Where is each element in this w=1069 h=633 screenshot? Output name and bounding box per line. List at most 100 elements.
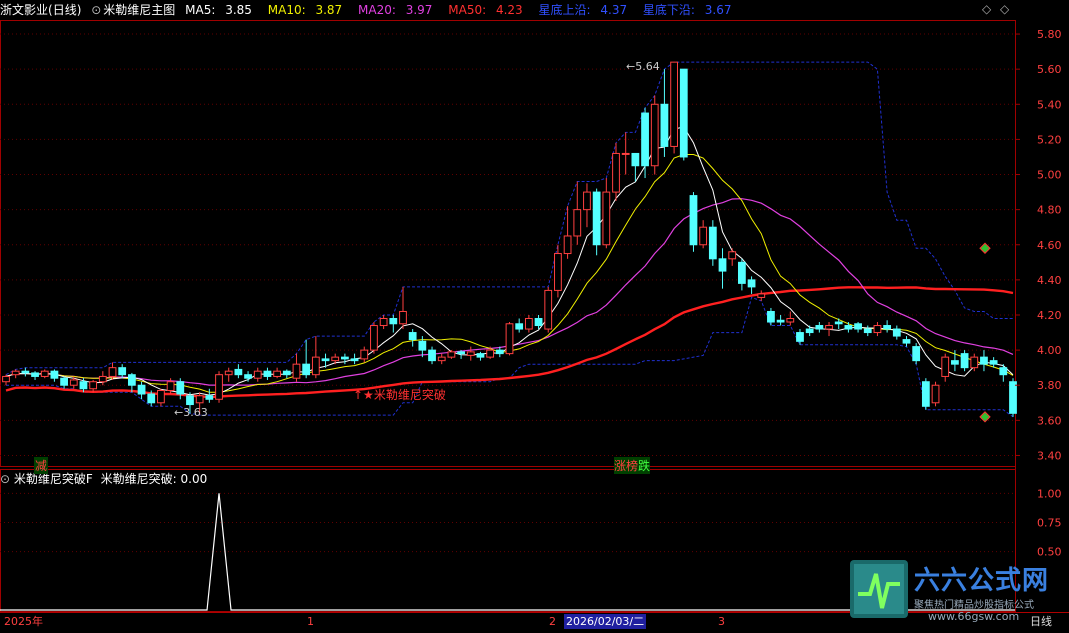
candle-body bbox=[273, 370, 282, 377]
time-label-year: 2025年 bbox=[4, 615, 43, 628]
candle-body bbox=[921, 381, 930, 407]
ma10-line bbox=[5, 154, 1014, 393]
candle-body bbox=[524, 318, 533, 330]
watermark-subtitle: 聚焦热门精品炒股指标公式 bbox=[914, 600, 1034, 611]
candle-body bbox=[563, 235, 572, 255]
candle-body bbox=[951, 360, 959, 365]
candle-body bbox=[399, 310, 407, 325]
candle-body bbox=[370, 325, 378, 351]
candle-body bbox=[263, 370, 272, 377]
watermark: 六六公式网 聚焦热门精品炒股指标公式 www.66gsw.com bbox=[850, 560, 1065, 623]
stock-chart[interactable]: 5.80 5.60 5.40 5.20 5.00 4.80 4.60 4.40 4.20 4.00… bbox=[0, 0, 1069, 632]
time-label-mar: 3 bbox=[718, 615, 725, 628]
price-tick-label: 3.60 bbox=[1037, 414, 1062, 427]
candle-body bbox=[718, 258, 727, 272]
candle-body bbox=[573, 209, 582, 237]
candle-body bbox=[108, 367, 117, 377]
price-tick-label: 5.20 bbox=[1037, 133, 1062, 146]
candle-body bbox=[892, 328, 901, 337]
candle-body bbox=[873, 325, 882, 334]
candle-body bbox=[253, 370, 262, 379]
candle-body bbox=[728, 251, 737, 260]
sub-tick-label: 1.00 bbox=[1037, 487, 1062, 500]
candle-body bbox=[863, 328, 872, 334]
candle-body bbox=[60, 377, 68, 386]
candle-body bbox=[311, 356, 320, 376]
candle-body bbox=[883, 325, 892, 330]
candle-body bbox=[989, 360, 998, 365]
candle-body bbox=[127, 374, 136, 386]
low-price-label: ←3.63 bbox=[174, 406, 208, 419]
candle-body bbox=[631, 152, 640, 167]
sub-tick-label: 0.75 bbox=[1037, 517, 1062, 530]
candle-body bbox=[302, 363, 311, 376]
candle-body bbox=[418, 340, 427, 351]
candle-body bbox=[602, 191, 611, 246]
candle-body bbox=[583, 191, 591, 211]
candle-body bbox=[69, 379, 78, 386]
candle-body bbox=[844, 325, 853, 330]
candle-body bbox=[31, 372, 39, 377]
arrow-up-icon: ↑★ bbox=[353, 388, 374, 402]
price-tick-label: 3.40 bbox=[1037, 449, 1062, 462]
candle-body bbox=[50, 370, 59, 379]
candle-body bbox=[757, 293, 766, 298]
candle-body bbox=[912, 346, 921, 362]
candle-body bbox=[195, 395, 204, 404]
price-tick-label: 5.00 bbox=[1037, 169, 1062, 182]
candle-body bbox=[408, 332, 417, 341]
watermark-logo-icon bbox=[850, 560, 908, 618]
price-tick-label: 5.60 bbox=[1037, 63, 1062, 76]
candle-body bbox=[970, 356, 979, 369]
candle-body bbox=[544, 289, 553, 330]
candle-body bbox=[825, 325, 833, 330]
candle-body bbox=[505, 323, 514, 355]
candle-body bbox=[428, 349, 436, 362]
candle-body bbox=[137, 384, 146, 395]
candle-body bbox=[166, 381, 175, 391]
candle-body bbox=[854, 323, 862, 330]
high-price-label: ←5.64 bbox=[626, 60, 660, 73]
candle-body bbox=[641, 112, 649, 167]
time-label-feb: 2 bbox=[549, 615, 556, 628]
candle-body bbox=[767, 310, 775, 323]
candle-body bbox=[331, 356, 340, 362]
candle-body bbox=[815, 325, 824, 330]
candle-body bbox=[805, 328, 814, 334]
price-tick-label: 5.80 bbox=[1037, 28, 1062, 41]
price-tick-label: 4.40 bbox=[1037, 274, 1062, 287]
candle-body bbox=[776, 319, 785, 323]
candle-body bbox=[515, 323, 524, 330]
price-tick-label: 4.20 bbox=[1037, 309, 1062, 322]
candle-body bbox=[689, 195, 698, 246]
candle-body bbox=[341, 356, 349, 360]
candle-body bbox=[486, 349, 495, 358]
candle-body bbox=[224, 370, 233, 376]
candle-body bbox=[796, 332, 804, 342]
candle-body bbox=[215, 374, 223, 400]
price-tick-label: 4.60 bbox=[1037, 239, 1062, 252]
price-tick-label: 4.80 bbox=[1037, 204, 1062, 217]
ma20-line bbox=[5, 198, 1014, 386]
candle-body bbox=[282, 370, 291, 376]
candle-body bbox=[11, 370, 20, 376]
candle-body bbox=[737, 261, 746, 284]
candle-body bbox=[360, 349, 369, 360]
candle-body bbox=[941, 356, 950, 377]
time-label-jan: 1 bbox=[307, 615, 314, 628]
candle-body bbox=[679, 68, 688, 158]
candle-body bbox=[902, 339, 911, 344]
candle-body bbox=[186, 395, 194, 406]
candle-body bbox=[292, 363, 301, 379]
candle-body bbox=[89, 381, 98, 390]
candle-body bbox=[234, 368, 243, 376]
candle-body bbox=[650, 103, 659, 167]
candle-body bbox=[834, 321, 843, 325]
cursor-date: 2026/02/03/二 bbox=[564, 614, 647, 629]
candle-body bbox=[244, 374, 252, 379]
candle-body bbox=[321, 358, 330, 362]
candle-body bbox=[708, 226, 717, 260]
candle-body bbox=[118, 367, 127, 376]
candle-body bbox=[612, 152, 620, 193]
candle-body bbox=[786, 318, 795, 323]
